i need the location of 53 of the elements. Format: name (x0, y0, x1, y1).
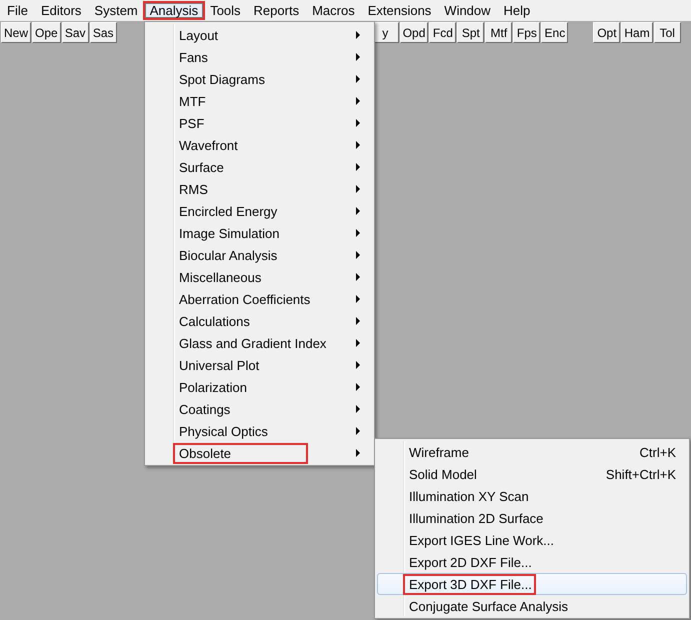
toolbar-button[interactable]: Sav (62, 22, 89, 43)
toolbar-button[interactable]: Sas (90, 22, 117, 43)
toolbar-button[interactable]: Tol (654, 22, 681, 43)
menu-item[interactable]: MTF (179, 94, 356, 108)
menu-item[interactable]: Help (498, 1, 536, 20)
menu-item[interactable]: Encircled Energy (179, 204, 356, 218)
menu-item[interactable]: Editors (34, 1, 88, 20)
menu-item[interactable]: Wireframe (409, 444, 620, 460)
toolbar-button[interactable]: Fps (513, 22, 540, 43)
menu-item[interactable]: Glass and Gradient Index (179, 336, 356, 350)
menu-item[interactable]: Obsolete (173, 442, 308, 464)
menu-item[interactable]: Solid Model (409, 466, 586, 482)
menu-item[interactable]: Extensions (362, 1, 438, 20)
menu-item[interactable]: Wavefront (179, 138, 356, 152)
menu-item[interactable]: Analysis (142, 1, 206, 20)
menu-item[interactable]: Window (438, 1, 497, 20)
menu-item[interactable]: Universal Plot (179, 358, 356, 372)
menu-item[interactable]: Layout (179, 28, 356, 42)
menu-item[interactable]: Spot Diagrams (179, 72, 356, 86)
menu-item[interactable]: Fans (179, 50, 356, 64)
menu-item[interactable]: Surface (179, 160, 356, 174)
menu-item[interactable]: RMS (179, 182, 356, 196)
menu-item[interactable]: Illumination XY Scan (409, 488, 676, 504)
toolbar-button[interactable]: Fcd (429, 22, 456, 43)
menu-item[interactable]: Polarization (179, 380, 356, 394)
menu-item[interactable]: Miscellaneous (179, 270, 356, 284)
menu-item[interactable]: File (1, 1, 34, 20)
menu-item[interactable]: Conjugate Surface Analysis (409, 598, 676, 614)
menu-item[interactable]: Export 3D DXF File... (403, 574, 536, 594)
menu-item[interactable]: Export 2D DXF File... (409, 554, 676, 570)
toolbar-button[interactable]: Ope (32, 22, 61, 43)
shortcut-text: Shift+Ctrl+K (606, 466, 676, 482)
toolbar-button[interactable]: Ham (621, 22, 653, 43)
menu-item[interactable]: Export IGES Line Work... (409, 532, 676, 548)
menu-item[interactable]: System (88, 1, 144, 20)
menu-item[interactable]: Illumination 2D Surface (409, 510, 676, 526)
toolbar-button[interactable]: Mtf (485, 22, 512, 43)
toolbar-button[interactable]: New (1, 22, 32, 43)
menu-item[interactable]: Coatings (179, 402, 356, 416)
menu-item[interactable]: PSF (179, 116, 356, 130)
menu-item[interactable]: Tools (204, 1, 247, 20)
shortcut-text: Ctrl+K (640, 444, 676, 460)
toolbar-button[interactable]: Spt (457, 22, 484, 43)
toolbar-button[interactable]: Opt (593, 22, 620, 43)
menu-item[interactable]: Aberration Coefficients (179, 292, 356, 306)
menu-item[interactable]: Reports (248, 1, 306, 20)
menu-item[interactable]: Calculations (179, 314, 356, 328)
menu-item[interactable]: Physical Optics (179, 424, 356, 438)
menu-item[interactable]: Macros (306, 1, 361, 20)
menu-item[interactable]: Image Simulation (179, 226, 356, 240)
toolbar-button[interactable]: Enc (541, 22, 568, 43)
menu-item[interactable]: Biocular Analysis (179, 248, 356, 262)
toolbar-button[interactable]: Opd (400, 22, 428, 43)
